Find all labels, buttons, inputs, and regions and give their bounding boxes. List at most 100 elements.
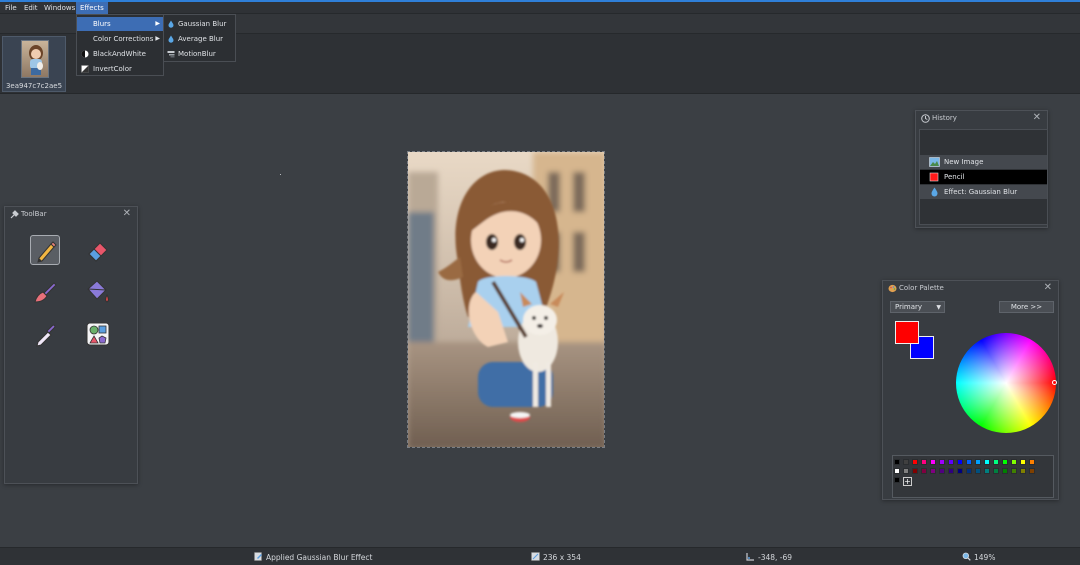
color-swatch[interactable] — [930, 468, 936, 474]
tools-icon — [10, 210, 19, 219]
history-item-label: Effect: Gaussian Blur — [944, 188, 1018, 196]
canvas-image[interactable] — [407, 151, 605, 448]
history-item-gaussian-blur[interactable]: Effect: Gaussian Blur — [920, 185, 1047, 199]
color-wheel-cursor[interactable] — [1052, 380, 1057, 385]
close-icon[interactable]: ✕ — [1044, 282, 1052, 294]
toolbar-panel: ToolBar ✕ — [4, 206, 138, 484]
history-item-pencil[interactable]: Pencil — [920, 170, 1047, 184]
color-swatch[interactable] — [1020, 459, 1026, 465]
effects-menu-color-corrections[interactable]: Color Corrections ▶ — [77, 32, 163, 46]
history-item-label: New Image — [944, 158, 984, 166]
color-swatch[interactable] — [984, 459, 990, 465]
history-item-label: Pencil — [944, 173, 965, 181]
submenu-arrow-icon: ▶ — [155, 20, 160, 27]
water-drop-icon — [168, 20, 174, 28]
water-drop-icon — [168, 35, 174, 43]
color-swatch[interactable] — [1020, 468, 1026, 474]
color-swatch[interactable] — [1011, 468, 1017, 474]
color-swatch[interactable] — [957, 459, 963, 465]
black-white-icon — [81, 50, 89, 58]
history-item-new-image[interactable]: New Image — [920, 155, 1047, 169]
pencil-tool-button[interactable] — [30, 235, 60, 265]
palette-icon — [888, 284, 897, 293]
blur-menu-motion[interactable]: MotionBlur — [164, 47, 235, 61]
primary-color-swatch[interactable] — [895, 321, 919, 344]
color-swatch[interactable] — [984, 468, 990, 474]
history-panel: History ✕ New Image Pencil Effect: Gauss… — [915, 110, 1048, 228]
color-swatch[interactable] — [993, 468, 999, 474]
effects-menu-blurs[interactable]: Blurs ▶ — [77, 17, 163, 31]
color-swatch[interactable] — [1002, 459, 1008, 465]
image-thumbnail[interactable]: 3ea947c7c2ae5 — [2, 36, 66, 92]
color-swatch[interactable] — [1029, 468, 1035, 474]
status-cursor-text: -348, -69 — [758, 553, 793, 562]
color-swatch[interactable] — [975, 468, 981, 474]
chevron-down-icon: ▼ — [936, 304, 941, 311]
menu-effects[interactable]: Effects — [76, 2, 108, 14]
status-zoom-text: 149% — [974, 553, 996, 562]
color-swatch[interactable] — [921, 468, 927, 474]
pencil-icon — [37, 241, 57, 263]
eyedropper-tool-button[interactable] — [30, 319, 60, 349]
cursor-position-icon — [746, 553, 754, 561]
eraser-tool-button[interactable] — [83, 235, 113, 265]
menu-edit[interactable]: Edit — [20, 2, 42, 14]
thumbnail-label: 3ea947c7c2ae5 — [5, 82, 63, 90]
color-swatch[interactable] — [948, 459, 954, 465]
color-swatch[interactable] — [921, 459, 927, 465]
color-swatch[interactable] — [939, 459, 945, 465]
color-swatch[interactable] — [912, 468, 918, 474]
paint-bucket-icon — [87, 280, 109, 303]
menu-windows[interactable]: Windows — [40, 2, 79, 14]
status-message-text: Applied Gaussian Blur Effect — [266, 553, 373, 562]
menu-item-label: Blurs — [93, 20, 111, 28]
brush-tool-button[interactable] — [30, 277, 60, 307]
effects-menu-invert-color[interactable]: InvertColor — [77, 62, 163, 76]
color-swatch[interactable] — [966, 468, 972, 474]
add-color-icon[interactable]: + — [903, 477, 912, 486]
history-list: New Image Pencil Effect: Gaussian Blur — [919, 129, 1048, 225]
effects-dropdown: Blurs ▶ Color Corrections ▶ BlackAndWhit… — [76, 14, 164, 76]
menu-item-label: Gaussian Blur — [178, 20, 227, 28]
status-dimensions-text: 236 x 354 — [543, 553, 581, 562]
color-swatch[interactable] — [903, 459, 909, 465]
image-size-icon — [531, 552, 540, 561]
edit-document-icon — [254, 552, 262, 561]
color-swatch[interactable] — [993, 459, 999, 465]
color-swatch[interactable] — [903, 468, 909, 474]
pencil-color-square-icon — [929, 172, 939, 182]
color-swatch[interactable] — [1011, 459, 1017, 465]
color-swatch[interactable] — [939, 468, 945, 474]
thumbnail-preview — [21, 40, 49, 78]
color-swatch[interactable] — [930, 459, 936, 465]
color-wheel[interactable] — [956, 333, 1056, 433]
color-swatch[interactable] — [894, 468, 900, 474]
menu-item-label: InvertColor — [93, 65, 132, 73]
color-swatch[interactable] — [1002, 468, 1008, 474]
color-swatch[interactable] — [894, 459, 900, 465]
color-mode-value: Primary — [895, 303, 923, 311]
color-swatch[interactable] — [975, 459, 981, 465]
color-swatch[interactable] — [966, 459, 972, 465]
menu-file[interactable]: File — [1, 2, 21, 14]
history-panel-title: History — [932, 114, 957, 122]
color-swatch[interactable] — [912, 459, 918, 465]
color-swatch[interactable] — [1029, 459, 1035, 465]
more-colors-button[interactable]: More >> — [999, 301, 1054, 313]
shapes-tool-button[interactable] — [83, 319, 113, 349]
paint-bucket-tool-button[interactable] — [83, 277, 113, 307]
color-mode-select[interactable]: Primary ▼ — [890, 301, 945, 313]
menu-bar: File Edit Windows Effects — [0, 2, 1080, 14]
swatch-grid: + — [892, 455, 1054, 498]
blur-menu-average[interactable]: Average Blur — [164, 32, 235, 46]
history-icon — [921, 114, 930, 123]
menu-item-label: BlackAndWhite — [93, 50, 146, 58]
effects-menu-black-and-white[interactable]: BlackAndWhite — [77, 47, 163, 61]
close-icon[interactable]: ✕ — [123, 208, 131, 220]
color-wheel-saturation — [956, 333, 1056, 433]
blur-menu-gaussian[interactable]: Gaussian Blur — [164, 17, 235, 31]
color-swatch[interactable] — [894, 477, 900, 483]
color-swatch[interactable] — [948, 468, 954, 474]
color-swatch[interactable] — [957, 468, 963, 474]
close-icon[interactable]: ✕ — [1033, 112, 1041, 124]
